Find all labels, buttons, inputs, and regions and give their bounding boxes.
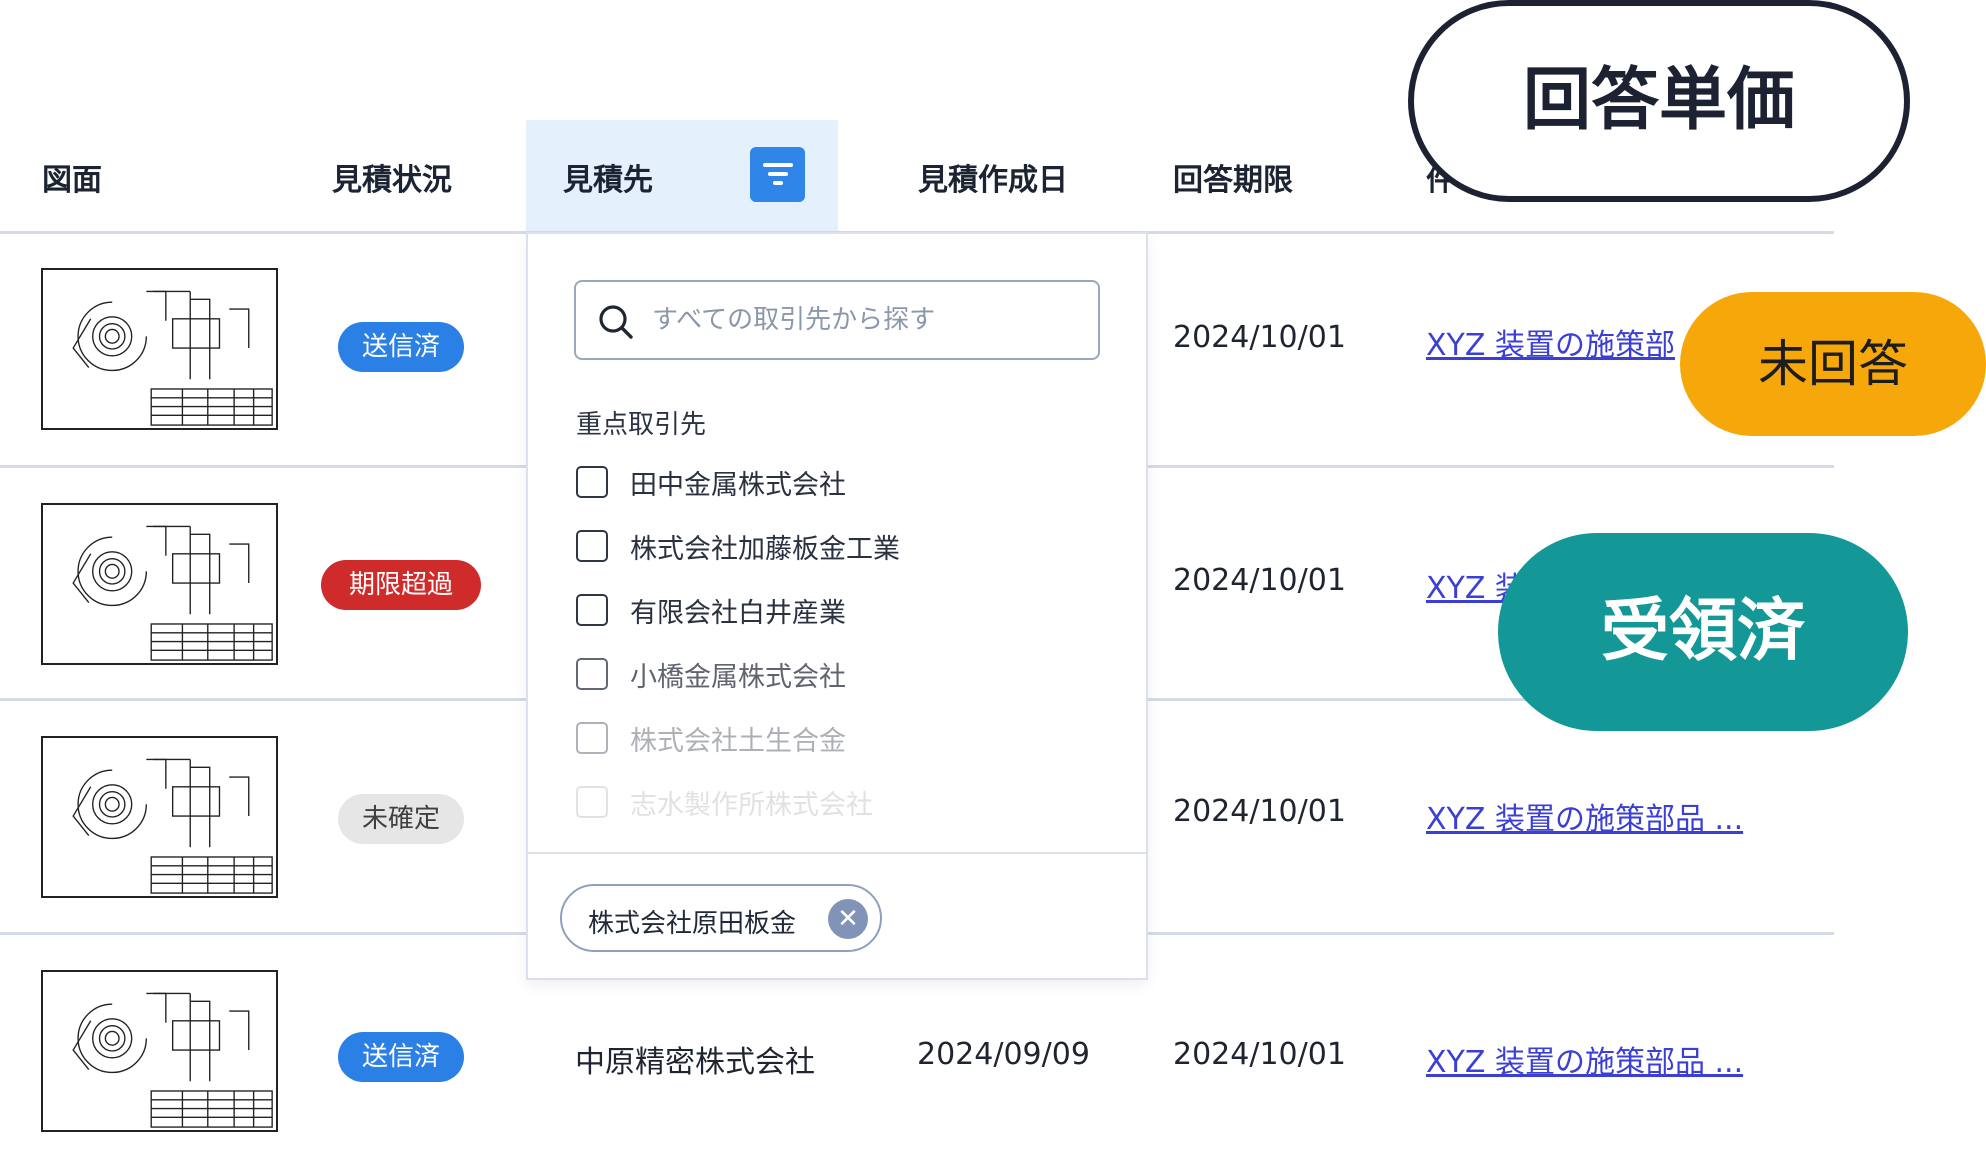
supplier-cell: 中原精密株式会社 <box>575 1045 815 1080</box>
drawing-sketch <box>72 758 273 894</box>
search-icon <box>599 305 633 339</box>
supplier-filter-dropdown: 重点取引先 田中金属株式会社 株式会社加藤板金工業 有限会社白井産業 小橋金属株… <box>526 232 1148 980</box>
checkbox[interactable] <box>576 722 608 754</box>
supplier-option-label: 株式会社土生合金 <box>630 725 846 757</box>
filter-icon-bar <box>767 172 788 176</box>
supplier-search-input[interactable] <box>652 296 1082 344</box>
drawing-thumbnail[interactable] <box>41 503 278 665</box>
deadline-cell: 2024/10/01 <box>1173 794 1346 829</box>
supplier-option-label: 田中金属株式会社 <box>630 469 846 501</box>
drawing-sketch <box>72 290 273 426</box>
drawing-sketch <box>72 525 273 661</box>
callout-answer-price: 回答単価 <box>1408 0 1910 202</box>
status-badge: 未確定 <box>338 794 464 844</box>
chip-label: 株式会社原田板金 <box>588 909 797 939</box>
column-header-supplier[interactable]: 見積先 <box>563 155 653 199</box>
column-header-created[interactable]: 見積作成日 <box>918 155 1068 199</box>
section-label: 重点取引先 <box>576 410 707 440</box>
column-header-deadline[interactable]: 回答期限 <box>1173 155 1293 199</box>
created-date-cell: 2024/09/09 <box>917 1037 1090 1072</box>
deadline-cell: 2024/10/01 <box>1173 1037 1346 1072</box>
drawing-sketch <box>72 992 273 1128</box>
selected-supplier-chip: 株式会社原田板金 ✕ <box>560 884 882 952</box>
deadline-cell: 2024/10/01 <box>1173 563 1346 598</box>
status-badge: 送信済 <box>338 322 464 372</box>
supplier-option[interactable]: 株式会社土生合金 <box>576 718 846 758</box>
drawing-thumbnail[interactable] <box>41 268 278 430</box>
supplier-option[interactable]: 志水製作所株式会社 <box>576 782 873 822</box>
callout-received: 受領済 <box>1498 533 1908 731</box>
status-badge: 送信済 <box>338 1032 464 1082</box>
supplier-option-label: 有限会社白井産業 <box>630 597 846 629</box>
supplier-option[interactable]: 有限会社白井産業 <box>576 590 846 630</box>
deadline-cell: 2024/10/01 <box>1173 320 1346 355</box>
drawing-thumbnail[interactable] <box>41 970 278 1132</box>
column-header-status[interactable]: 見積状況 <box>332 155 452 199</box>
checkbox[interactable] <box>576 594 608 626</box>
supplier-option[interactable]: 小橋金属株式会社 <box>576 654 846 694</box>
filter-icon-bar <box>772 181 783 185</box>
supplier-option-label: 株式会社加藤板金工業 <box>630 533 900 565</box>
supplier-option-label: 志水製作所株式会社 <box>630 789 873 821</box>
supplier-option[interactable]: 株式会社加藤板金工業 <box>576 526 900 566</box>
callout-unanswered: 未回答 <box>1680 292 1986 436</box>
close-icon[interactable]: ✕ <box>828 899 868 939</box>
subject-link[interactable]: XYZ 装置の施策部品 ... <box>1426 1037 1743 1081</box>
subject-link[interactable]: XYZ 装置の施策部品 ... <box>1426 794 1743 838</box>
checkbox[interactable] <box>576 530 608 562</box>
status-badge: 期限超過 <box>321 560 481 610</box>
subject-link[interactable]: XYZ 装置の施策部 <box>1426 320 1675 364</box>
checkbox[interactable] <box>576 786 608 818</box>
supplier-option[interactable]: 田中金属株式会社 <box>576 462 846 502</box>
supplier-option-label: 小橋金属株式会社 <box>630 661 846 693</box>
supplier-search-box[interactable] <box>574 280 1100 360</box>
drawing-thumbnail[interactable] <box>41 736 278 898</box>
column-header-drawing[interactable]: 図面 <box>42 155 102 199</box>
checkbox[interactable] <box>576 466 608 498</box>
filter-button[interactable] <box>750 147 805 202</box>
checkbox[interactable] <box>576 658 608 690</box>
dropdown-divider <box>528 852 1146 854</box>
filter-icon <box>762 163 793 167</box>
